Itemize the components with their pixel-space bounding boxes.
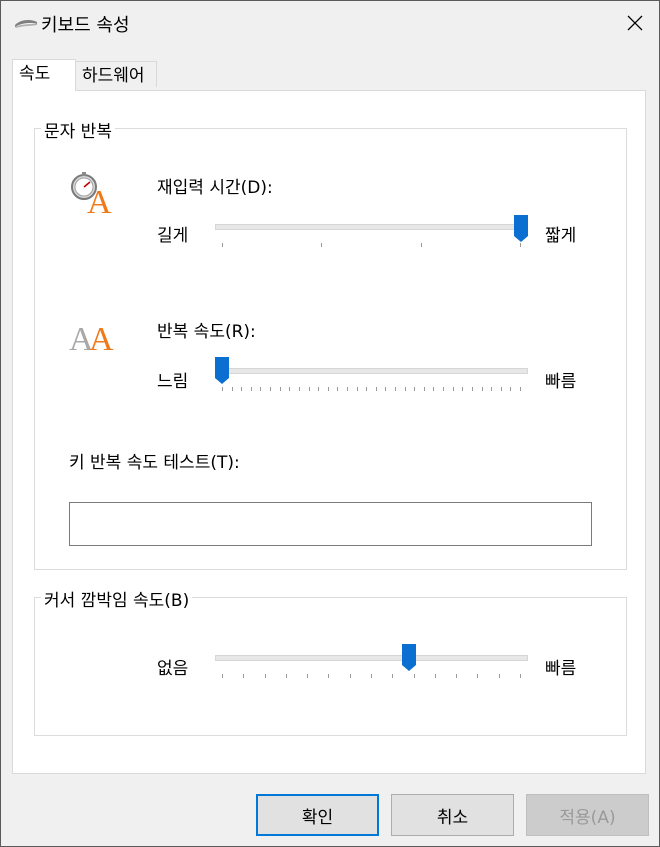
slider-tick	[414, 387, 416, 391]
slider-tick	[327, 387, 329, 391]
slider-thumb[interactable]	[215, 357, 229, 385]
slider-tick	[222, 387, 223, 391]
slider-tick	[231, 387, 233, 391]
svg-text:A: A	[87, 184, 112, 215]
repeat-delay-slider[interactable]	[215, 215, 528, 251]
slider-ticks	[222, 243, 521, 249]
slider-tick	[250, 387, 252, 391]
slider-tick	[413, 674, 415, 678]
slider-track	[215, 655, 528, 661]
slider-tick	[471, 387, 473, 391]
slider-tick	[307, 674, 309, 678]
slider-tick	[395, 387, 397, 391]
slider-tick	[346, 387, 348, 391]
slider-tick	[385, 387, 387, 391]
slider-tick	[491, 387, 493, 391]
slider-tick	[371, 674, 372, 678]
slider-tick	[328, 674, 330, 678]
slider-tick	[279, 387, 281, 391]
slider-tick	[298, 387, 300, 391]
slider-track	[215, 368, 528, 374]
slider-tick	[349, 674, 351, 678]
cancel-button[interactable]: 취소	[391, 794, 514, 836]
slider-tick	[366, 387, 368, 391]
slider-tick	[520, 674, 521, 678]
slider-tick	[520, 387, 521, 391]
close-button[interactable]	[611, 1, 659, 45]
repeat-test-input[interactable]	[69, 502, 592, 546]
slider-tick	[270, 387, 272, 391]
slider-tick	[318, 387, 320, 391]
keyboard-icon	[15, 20, 37, 28]
slider-tick	[392, 674, 394, 678]
slider-tick	[452, 387, 454, 391]
slider-thumb[interactable]	[514, 215, 528, 243]
slider-tick	[462, 387, 464, 391]
slider-tick	[321, 243, 323, 247]
tab-speed[interactable]: 속도	[12, 59, 76, 91]
slider-thumb[interactable]	[401, 644, 416, 672]
svg-text:A: A	[89, 321, 114, 353]
tab-hardware[interactable]: 하드웨어	[75, 61, 157, 87]
slider-tick	[264, 674, 266, 678]
slider-tick	[456, 674, 458, 678]
slider-ticks	[222, 387, 521, 393]
slider-tick	[241, 387, 243, 391]
cursor-blink-min-label: 없음	[157, 659, 189, 679]
repeat-rate-label: 반복 속도(R):	[157, 322, 256, 342]
slider-tick	[308, 387, 310, 391]
window-title: 키보드 속성	[41, 15, 130, 36]
ok-button[interactable]: 확인	[256, 794, 379, 836]
cursor-blink-slider[interactable]	[215, 644, 528, 680]
slider-tick	[260, 387, 262, 391]
close-icon	[627, 15, 643, 31]
slider-tick	[510, 387, 512, 391]
slider-tick	[222, 243, 223, 247]
slider-tick	[289, 387, 291, 391]
repeat-rate-min-label: 느림	[157, 372, 189, 392]
slider-tick	[477, 674, 479, 678]
keyboard-properties-window: 키보드 속성 속도 하드웨어 문자 반복 A 재입력 시간(D): 길게 짧게 …	[0, 0, 660, 847]
slider-tick	[443, 387, 445, 391]
slider-tick	[404, 387, 406, 391]
slider-tick	[285, 674, 287, 678]
slider-tick	[498, 674, 500, 678]
title-bar: 키보드 속성	[1, 1, 659, 45]
cursor-blink-group-label: 커서 깜박임 속도(B)	[41, 586, 193, 611]
slider-tick	[423, 387, 425, 391]
repeat-test-label: 키 반복 속도 테스트(T):	[69, 453, 240, 473]
slider-tick	[481, 387, 483, 391]
apply-button[interactable]: 적용(A)	[526, 794, 649, 836]
slider-ticks	[222, 674, 521, 680]
repeat-rate-max-label: 빠름	[545, 372, 577, 392]
cursor-blink-max-label: 빠름	[545, 659, 577, 679]
slider-tick	[434, 674, 436, 678]
repeat-delay-max-label: 짧게	[545, 226, 577, 246]
repeat-delay-min-label: 길게	[157, 226, 189, 246]
repeat-delay-icon: A	[71, 172, 112, 215]
slider-track	[215, 224, 528, 230]
slider-tick	[433, 387, 435, 391]
slider-tick	[243, 674, 245, 678]
slider-tick	[222, 674, 223, 678]
slider-tick	[375, 387, 377, 391]
repeat-delay-label: 재입력 시간(D):	[157, 178, 273, 198]
slider-tick	[337, 387, 339, 391]
slider-tick	[420, 243, 422, 247]
repeat-rate-icon: A A	[69, 321, 114, 353]
char-repeat-group-label: 문자 반복	[41, 117, 115, 142]
slider-tick	[356, 387, 358, 391]
repeat-rate-slider[interactable]	[215, 357, 528, 393]
slider-tick	[500, 387, 502, 391]
slider-tick	[520, 243, 521, 247]
